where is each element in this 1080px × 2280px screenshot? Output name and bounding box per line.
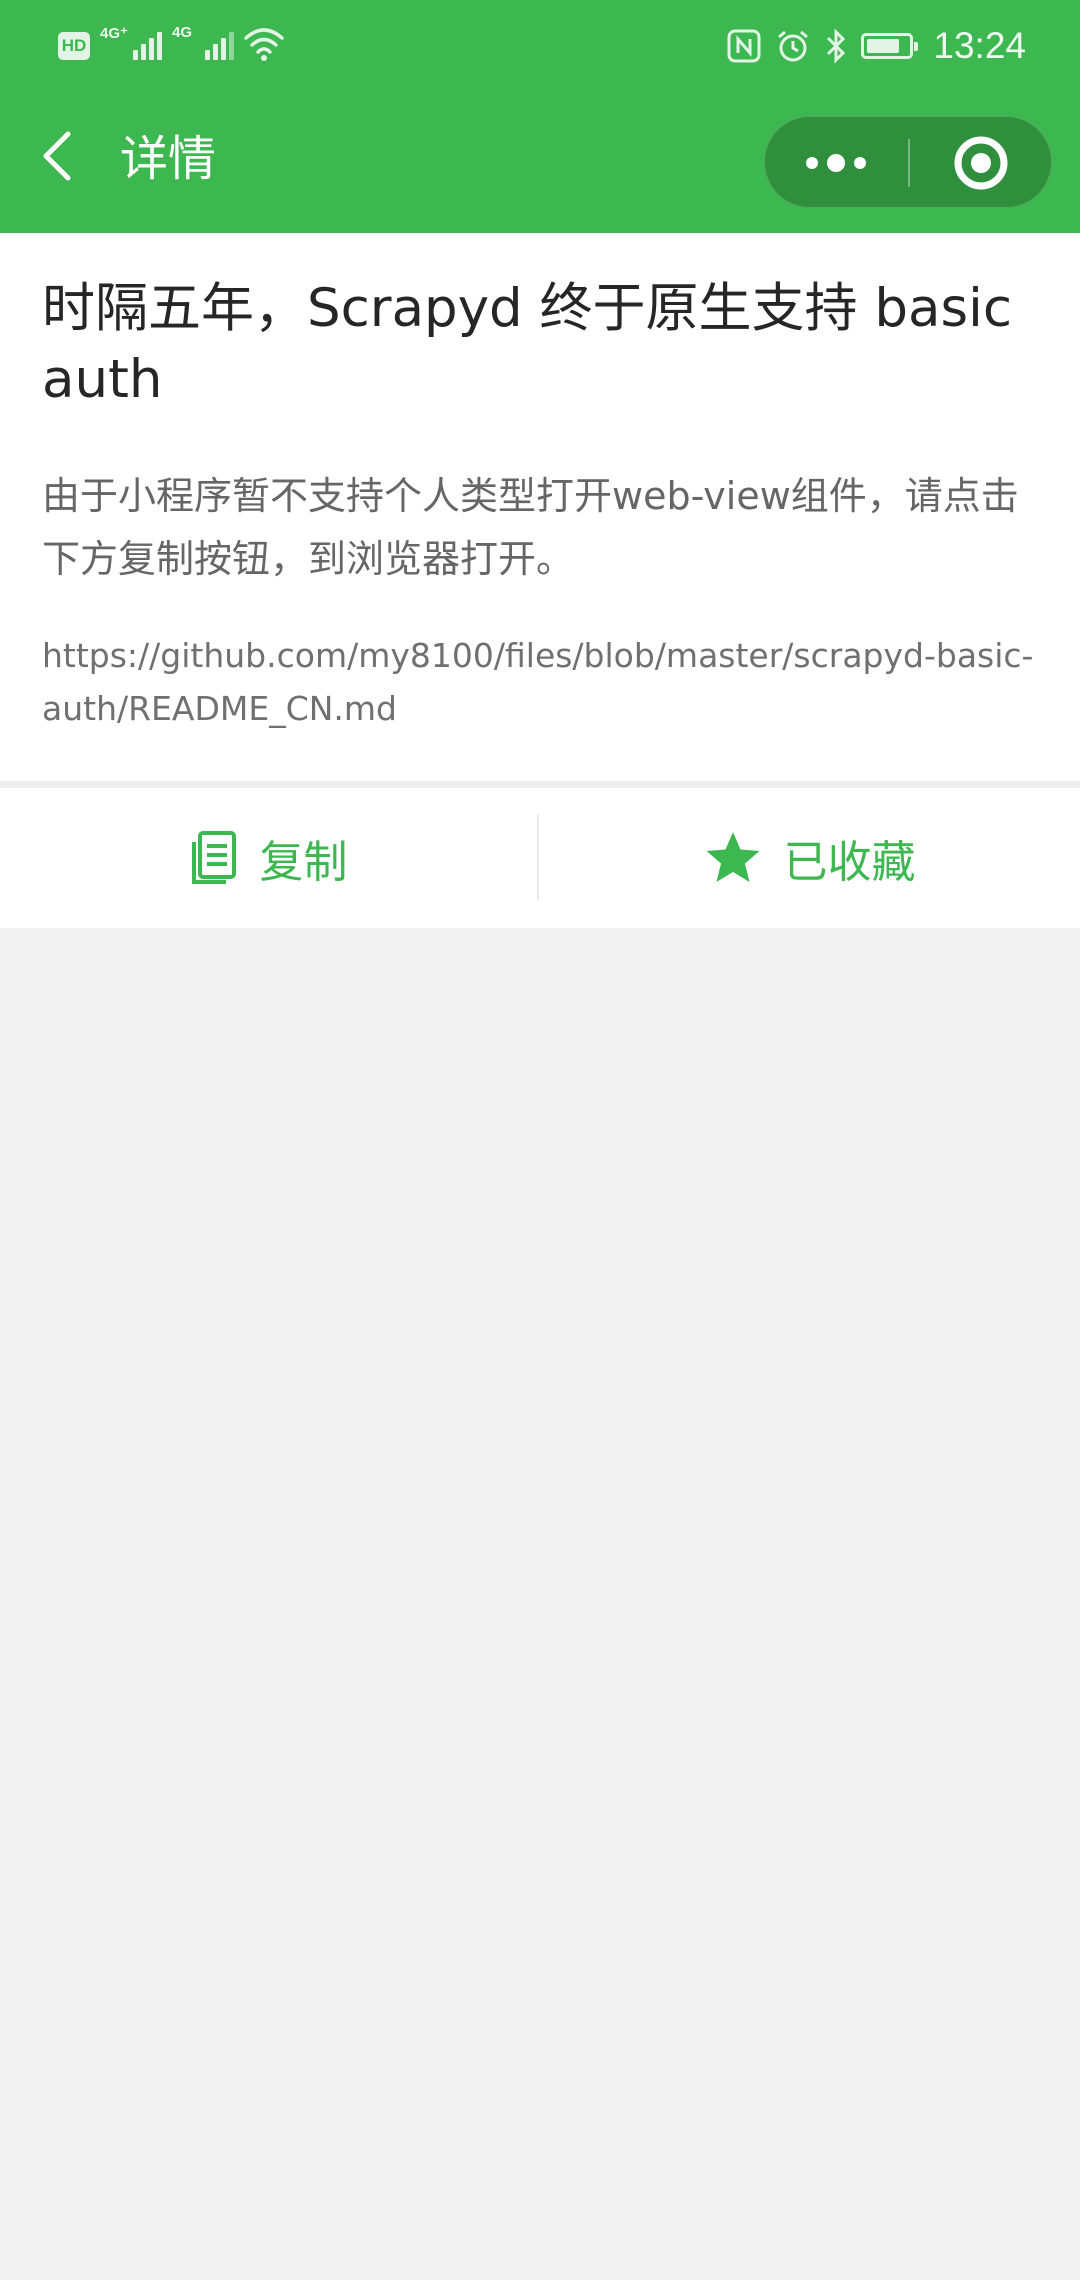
more-button[interactable] (765, 117, 908, 209)
nfc-icon (727, 29, 761, 63)
status-left: HD 4G⁺ 4G (58, 24, 284, 66)
network-type-label: 4G⁺ (100, 25, 128, 42)
signal-sim2-icon: 4G (172, 24, 234, 66)
top-bar: HD 4G⁺ 4G 13:24 详情 (0, 0, 1080, 233)
article-title: 时隔五年，Scrapyd 终于原生支持 basic auth (42, 278, 1012, 410)
bluetooth-icon (827, 28, 846, 64)
more-dots-icon (806, 154, 866, 172)
copy-button[interactable]: 复制 (0, 788, 537, 928)
signal-sim1-icon: 4G⁺ (100, 25, 162, 66)
navigation-bar: 详情 (0, 92, 1080, 233)
status-right: 13:24 (727, 22, 1026, 70)
wifi-icon (244, 28, 284, 61)
battery-icon (861, 33, 919, 59)
close-miniprogram-button[interactable] (910, 117, 1053, 209)
page-title: 详情 (120, 131, 217, 187)
webview-notice: 由于小程序暂不支持个人类型打开web-view组件，请点击下方复制按钮，到浏览器… (42, 474, 1019, 581)
action-bar: 复制 已收藏 (0, 788, 1080, 928)
chevron-left-icon (43, 131, 71, 181)
favorite-button[interactable]: 已收藏 (539, 788, 1080, 928)
star-filled-icon (706, 832, 759, 882)
document-copy-icon (191, 831, 236, 884)
favorite-label: 已收藏 (783, 837, 916, 888)
network-type-label: 4G (172, 24, 193, 41)
alarm-icon (778, 30, 809, 62)
hd-icon: HD (58, 32, 90, 60)
clock: 13:24 (933, 25, 1026, 66)
back-button[interactable] (30, 126, 90, 186)
article-card: 时隔五年，Scrapyd 终于原生支持 basic auth 由于小程序暂不支持… (0, 233, 1080, 781)
miniprogram-capsule (764, 116, 1052, 208)
article-url[interactable]: https://github.com/my8100/files/blob/mas… (42, 629, 1042, 735)
copy-label: 复制 (259, 837, 348, 888)
section-divider (0, 781, 1080, 788)
status-bar: HD 4G⁺ 4G 13:24 (0, 0, 1080, 92)
target-circle-icon (954, 136, 1008, 190)
